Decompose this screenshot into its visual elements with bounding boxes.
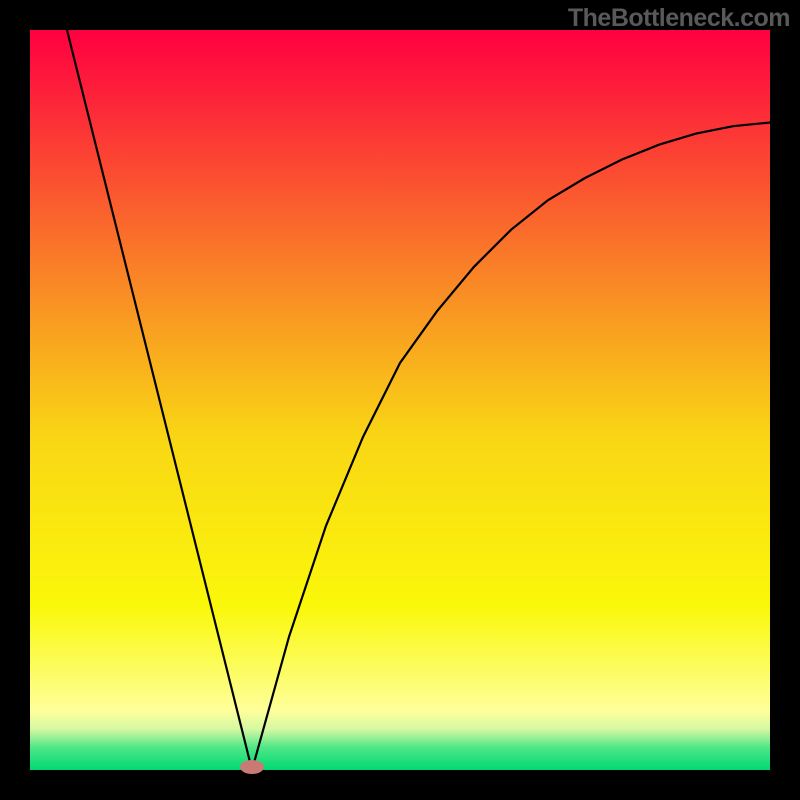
watermark-text: TheBottleneck.com [568,4,790,33]
bottleneck-chart [0,0,800,800]
chart-background [30,30,770,770]
minimum-marker [240,760,264,774]
chart-container: TheBottleneck.com [0,0,800,800]
